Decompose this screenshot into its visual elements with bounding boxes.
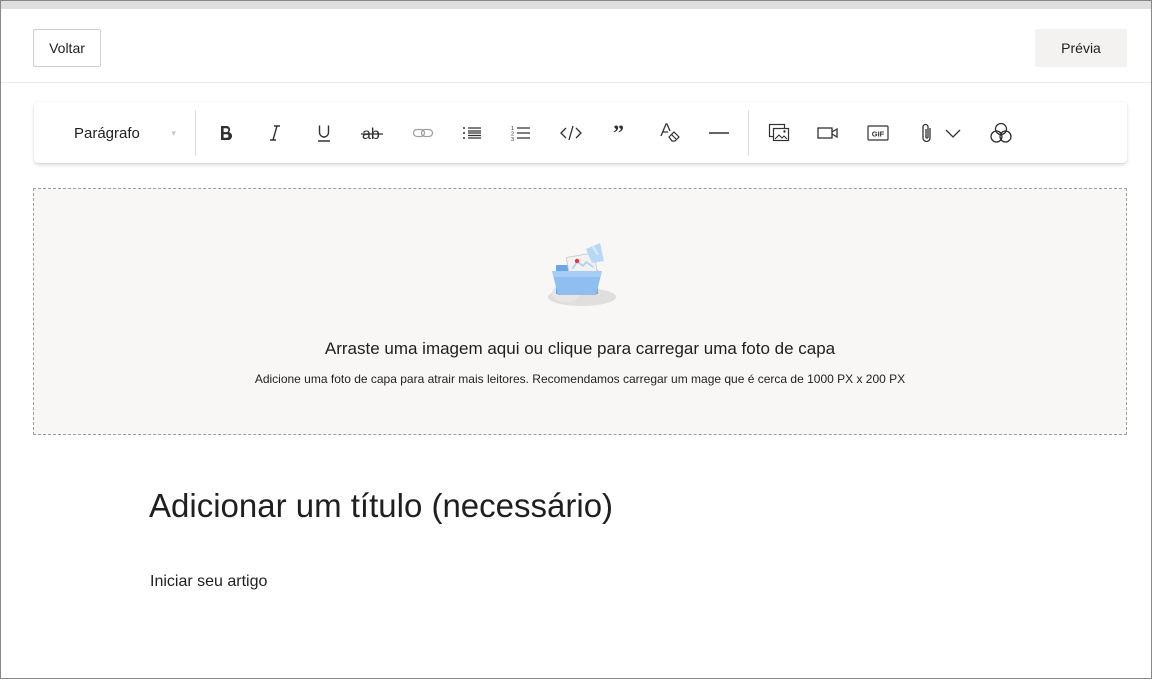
cover-upload-hint: Adicione uma foto de capa para atrair ma… bbox=[254, 372, 906, 386]
insert-image-button[interactable] bbox=[762, 116, 796, 150]
insert-video-button[interactable] bbox=[811, 116, 845, 150]
bulleted-list-icon bbox=[461, 123, 483, 143]
svg-text:3: 3 bbox=[511, 137, 514, 143]
toolbar-divider bbox=[748, 110, 749, 156]
chevron-down-icon: ▾ bbox=[171, 128, 176, 138]
cover-photo-dropzone[interactable]: Arraste uma imagem aqui ou clique para c… bbox=[33, 188, 1127, 435]
folder-upload-illustration bbox=[542, 241, 622, 307]
shapes-icon bbox=[989, 121, 1013, 145]
code-icon bbox=[560, 123, 582, 143]
horizontal-rule-button[interactable] bbox=[702, 116, 736, 150]
italic-icon bbox=[265, 123, 285, 143]
chevron-down-icon bbox=[944, 124, 962, 142]
strikethrough-icon: ab bbox=[361, 123, 385, 143]
insert-gif-button[interactable]: GIF bbox=[861, 116, 895, 150]
bulleted-list-button[interactable] bbox=[455, 116, 489, 150]
underline-button[interactable] bbox=[307, 116, 341, 150]
svg-text:GIF: GIF bbox=[872, 130, 885, 139]
editor-window: Voltar Prévia Parágrafo ▾ ab 1 2 3 ” GIF… bbox=[0, 0, 1152, 679]
numbered-list-icon: 123 bbox=[510, 123, 532, 143]
link-button[interactable] bbox=[406, 116, 440, 150]
header-bar: Voltar Prévia bbox=[1, 9, 1151, 83]
paperclip-icon bbox=[918, 122, 936, 144]
toolbar-divider bbox=[195, 110, 196, 156]
attachment-dropdown-button[interactable] bbox=[937, 116, 969, 150]
image-icon bbox=[768, 122, 790, 144]
clear-formatting-icon bbox=[659, 122, 681, 144]
top-strip bbox=[1, 1, 1151, 9]
bold-button[interactable] bbox=[209, 116, 243, 150]
cover-upload-title: Arraste uma imagem aqui ou clique para c… bbox=[324, 339, 836, 358]
paragraph-style-value: Parágrafo bbox=[74, 124, 140, 142]
paragraph-style-select[interactable]: Parágrafo ▾ bbox=[54, 114, 194, 152]
quote-icon: ” bbox=[610, 123, 630, 143]
bold-icon bbox=[216, 123, 236, 143]
underline-icon bbox=[314, 123, 334, 143]
preview-button[interactable]: Prévia bbox=[1035, 29, 1127, 67]
italic-button[interactable] bbox=[258, 116, 292, 150]
back-button[interactable]: Voltar bbox=[33, 29, 101, 67]
code-button[interactable] bbox=[554, 116, 588, 150]
horizontal-rule-icon bbox=[708, 123, 730, 143]
formatting-toolbar: Parágrafo ▾ ab 1 2 3 ” GIF bbox=[34, 102, 1127, 163]
quote-button[interactable]: ” bbox=[603, 116, 637, 150]
article-title-input[interactable]: Adicionar um título (necessário) bbox=[149, 487, 1049, 533]
strikethrough-button[interactable]: ab bbox=[356, 116, 390, 150]
gif-icon: GIF bbox=[866, 123, 890, 143]
video-icon bbox=[816, 123, 840, 143]
svg-text:”: ” bbox=[613, 123, 624, 143]
numbered-list-button[interactable]: 123 bbox=[504, 116, 538, 150]
link-icon bbox=[412, 123, 434, 143]
article-body-input[interactable]: Iniciar seu artigo bbox=[150, 573, 1050, 597]
clear-formatting-button[interactable] bbox=[653, 116, 687, 150]
more-embeds-button[interactable] bbox=[984, 116, 1018, 150]
